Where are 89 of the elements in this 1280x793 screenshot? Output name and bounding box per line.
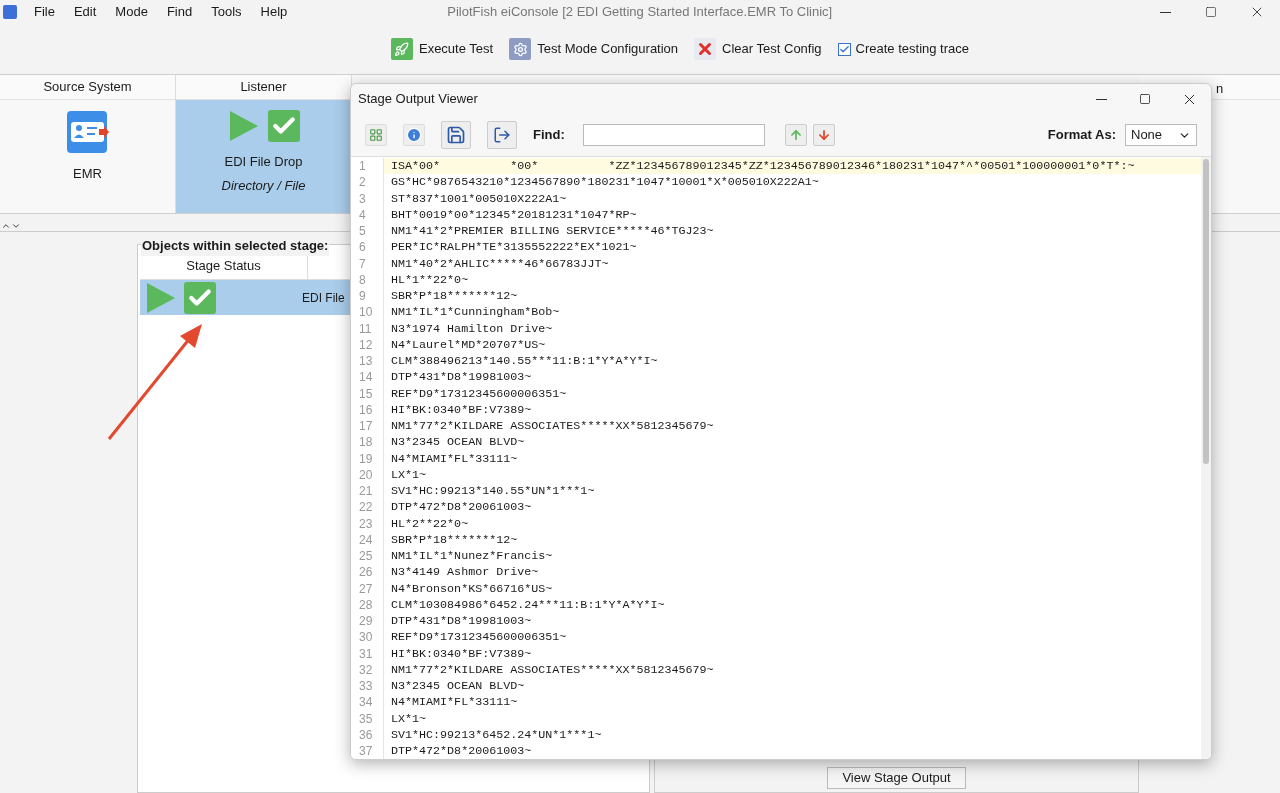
id-card-icon (65, 110, 110, 154)
check-icon (184, 281, 216, 314)
stage-subtitle: Directory / File (221, 176, 306, 195)
code-line: ISA*00* *00* *ZZ*123456789012345*ZZ*123456789012346*180231*1047*^*00501*100000001*0*T*:~ (390, 158, 1135, 175)
code-line: SV1*HC:99213*6452.24*UN*1***1~ (390, 726, 602, 743)
code-line: NM1*IL*1*Cunningham*Bob~ (390, 304, 560, 321)
line-number: 1 (351, 158, 384, 175)
stage-header: n (1216, 80, 1224, 98)
stage-name: EDI File Drop (224, 153, 303, 171)
checkmark-icon (838, 43, 850, 55)
code-line: REF*D9*17312345600006351~ (390, 385, 567, 402)
code-line: CLM*103084986*6452.24***11:B:1*Y*A*Y*I~ (390, 596, 665, 613)
menu-item[interactable]: Edit (73, 2, 97, 22)
menu-item[interactable]: File (34, 2, 55, 22)
save-icon (446, 125, 466, 145)
code-line: N4*MIAMI*FL*33111~ (390, 694, 518, 711)
save-button[interactable] (441, 121, 471, 149)
find-field[interactable] (582, 124, 765, 146)
trace-checkbox[interactable]: Create testing trace (837, 39, 970, 59)
code-line: GS*HC*9876543210*1234567890*180231*1047*10001*X*005010X222A1~ (390, 174, 819, 191)
code-line: DTP*431*D8*19981003~ (390, 613, 532, 630)
play-icon (227, 110, 260, 142)
code-line: LX*1~ (390, 710, 427, 727)
code-line: NM1*77*2*KILDARE ASSOCIATES*****XX*5812345679~ (390, 661, 714, 678)
code-line: SBR*P*18*******12~ (390, 288, 518, 305)
code-line: N3*1974 Hamilton Drive~ (390, 320, 553, 337)
code-line: HL*2**22*0~ (390, 515, 469, 532)
maximize-icon (1205, 6, 1217, 18)
exit-button[interactable] (487, 121, 517, 149)
code-line: HI*BK:0340*BF:V7389~ (390, 645, 532, 662)
code-line: HI*BK:0340*BF:V7389~ (390, 401, 532, 418)
maximize-icon (1139, 93, 1151, 105)
menu-item[interactable]: Mode (115, 2, 148, 22)
find-label: Find: (533, 126, 565, 145)
info-icon (406, 127, 422, 143)
code-line: HL*1**22*0~ (390, 271, 469, 288)
code-line: CLM*388496213*140.55***11:B:1*Y*A*Y*I~ (390, 353, 658, 370)
view-output-button[interactable]: View Stage Output (827, 767, 966, 789)
expand-icon[interactable] (11, 221, 21, 231)
toolbar-button[interactable]: Test Mode Configuration (509, 38, 679, 60)
stage-header: Listener (176, 75, 351, 100)
format-dropdown[interactable]: None (1125, 124, 1197, 146)
menu-item[interactable]: Tools (211, 2, 242, 22)
gear-icon (509, 38, 532, 60)
play-icon (146, 281, 176, 314)
code-line: ST*837*1001*005010X222A1~ (390, 190, 567, 207)
code-line: BHT*0019*00*12345*20181231*1047*RP~ (390, 206, 637, 223)
code-line: LX*1~ (390, 466, 427, 483)
code-line: PER*IC*RALPH*TE*3135552222*EX*1021~ (390, 239, 637, 256)
app-logo-icon (3, 5, 17, 19)
code-line: NM1*IL*1*Nunez*Francis~ (390, 548, 553, 565)
line-number: 37 (351, 743, 384, 759)
check-icon (267, 110, 300, 142)
code-line: SBR*P*18*******12~ (390, 531, 518, 548)
info-button[interactable] (403, 124, 425, 146)
code-line: REF*D9*17312345600006351~ (390, 629, 567, 646)
column-header[interactable]: Stage Status (140, 253, 308, 279)
grid-icon (369, 128, 383, 142)
toolbar-button[interactable]: Execute Test (390, 38, 494, 60)
code-line: N4*MIAMI*FL*33111~ (390, 450, 518, 467)
menu-item[interactable]: Find (166, 2, 193, 22)
previous-button[interactable] (784, 124, 807, 146)
stage-name: EMR (73, 165, 102, 183)
code-line: N3*2345 OCEAN BLVD~ (390, 678, 525, 695)
exit-icon (493, 126, 511, 144)
x-icon (694, 38, 717, 60)
collapse-icon[interactable] (1, 221, 11, 231)
next-button[interactable] (812, 124, 835, 146)
code-line: N4*Bronson*KS*66716*US~ (390, 580, 553, 597)
menu-item[interactable]: Help (260, 2, 288, 22)
minimize-icon (1095, 98, 1107, 100)
code-line: SV1*HC:99213*140.55*UN*1***1~ (390, 483, 595, 500)
toolbar-button[interactable]: Clear Test Config (694, 38, 822, 60)
code-line: NM1*41*2*PREMIER BILLING SERVICE*****46*TGJ23~ (390, 223, 714, 240)
code-line: DTP*431*D8*19981003~ (390, 369, 532, 386)
code-line: N3*4149 Ashmor Drive~ (390, 564, 539, 581)
window-title: PilotFish eiConsole [2 EDI Getting Started Interface.EMR To Clinic] (447, 3, 833, 22)
code-line: DTP*472*D8*20061003~ (390, 743, 532, 759)
code-line: N4*Laurel*MD*20707*US~ (390, 336, 546, 353)
code-line: N3*2345 OCEAN BLVD~ (390, 434, 525, 451)
format-label: Format As: (1047, 126, 1116, 145)
layout-button[interactable] (365, 124, 387, 146)
code-line: NM1*77*2*KILDARE ASSOCIATES*****XX*5812345679~ (390, 418, 714, 435)
code-line: DTP*472*D8*20061003~ (390, 499, 532, 516)
dialog-title: Stage Output Viewer (358, 90, 478, 109)
scrollbar-thumb[interactable] (1203, 159, 1209, 464)
table-cell-text: EDI File (302, 289, 345, 307)
minimize-icon (1159, 11, 1171, 13)
code-line: NM1*40*2*AHLIC*****46*66783JJT~ (390, 255, 609, 272)
